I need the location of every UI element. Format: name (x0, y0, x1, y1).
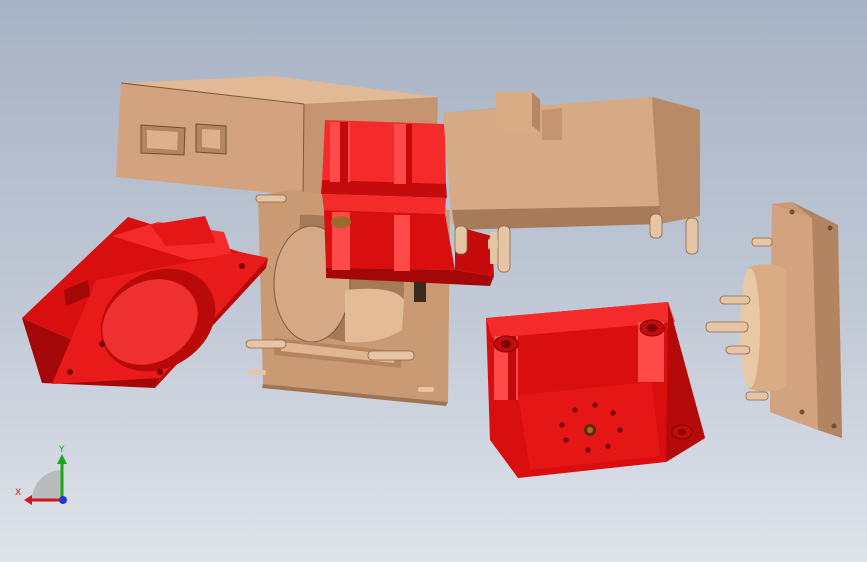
cavity-insert-left[interactable] (22, 216, 268, 392)
cad-3d-viewport[interactable]: Y X (0, 0, 867, 562)
triad-plane (32, 470, 62, 500)
exploded-mold-assembly[interactable]: Y X (0, 0, 867, 562)
triad-y-arrowhead (57, 454, 67, 464)
bottom-ejector-plate[interactable] (705, 202, 842, 438)
triad-y-label: Y (58, 445, 65, 455)
triad-x-label: X (15, 488, 21, 498)
axis-triad: Y X (15, 445, 67, 505)
triad-x-arrowhead (24, 495, 32, 505)
core-insert-right[interactable] (486, 302, 705, 478)
triad-z-axis (59, 496, 67, 504)
